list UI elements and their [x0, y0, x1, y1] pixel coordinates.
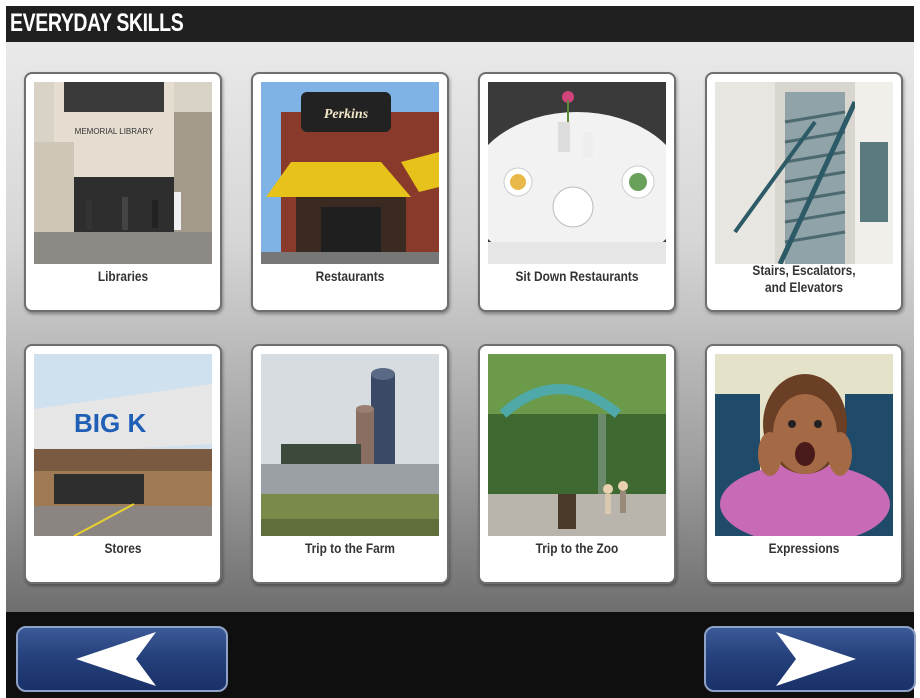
- card-stairs-escalators-elevators[interactable]: Stairs, Escalators, and Elevators: [705, 72, 903, 312]
- stairs-photo: [715, 82, 893, 264]
- libraries-photo: MEMORIAL LIBRARY: [34, 82, 212, 264]
- back-button[interactable]: [16, 626, 228, 692]
- forward-button[interactable]: [704, 626, 916, 692]
- store-sign: BIG K: [74, 408, 146, 438]
- title-bar: EVERYDAY SKILLS: [6, 6, 914, 42]
- library-sign: MEMORIAL LIBRARY: [75, 127, 154, 136]
- navigation-bar: [6, 612, 916, 698]
- card-libraries[interactable]: MEMORIAL LIBRARY Libraries: [24, 72, 222, 312]
- card-label: Expressions: [768, 540, 840, 556]
- app-frame: EVERYDAY SKILLS MEMORIAL LIBRARY Librari…: [6, 6, 916, 698]
- card-trip-to-the-farm[interactable]: Trip to the Farm: [251, 344, 449, 584]
- card-label: Libraries: [97, 268, 149, 284]
- page-title: EVERYDAY SKILLS: [10, 9, 184, 37]
- card-trip-to-the-zoo[interactable]: Trip to the Zoo: [478, 344, 676, 584]
- expressions-photo: [715, 354, 893, 536]
- zoo-photo: [488, 354, 666, 536]
- restaurant-sign: Perkins: [324, 107, 369, 122]
- card-label: Sit Down Restaurants: [515, 268, 639, 284]
- card-label: Trip to the Farm: [305, 540, 395, 556]
- sit-down-restaurants-photo: [488, 82, 666, 264]
- left-arrow-icon: [76, 632, 156, 686]
- card-sit-down-restaurants[interactable]: Sit Down Restaurants: [478, 72, 676, 312]
- card-stores[interactable]: BIG K Stores: [24, 344, 222, 584]
- restaurants-photo: Perkins: [261, 82, 439, 264]
- card-label: Stores: [104, 540, 142, 556]
- card-expressions[interactable]: Expressions: [705, 344, 903, 584]
- farm-photo: [261, 354, 439, 536]
- card-restaurants[interactable]: Perkins Restaurants: [251, 72, 449, 312]
- card-label: Trip to the Zoo: [535, 540, 619, 556]
- card-label: Stairs, Escalators, and Elevators: [752, 262, 856, 295]
- card-label: Restaurants: [315, 268, 385, 284]
- stores-photo: BIG K: [34, 354, 212, 536]
- category-grid: MEMORIAL LIBRARY Libraries Perkins Resta…: [6, 42, 914, 612]
- right-arrow-icon: [776, 632, 856, 686]
